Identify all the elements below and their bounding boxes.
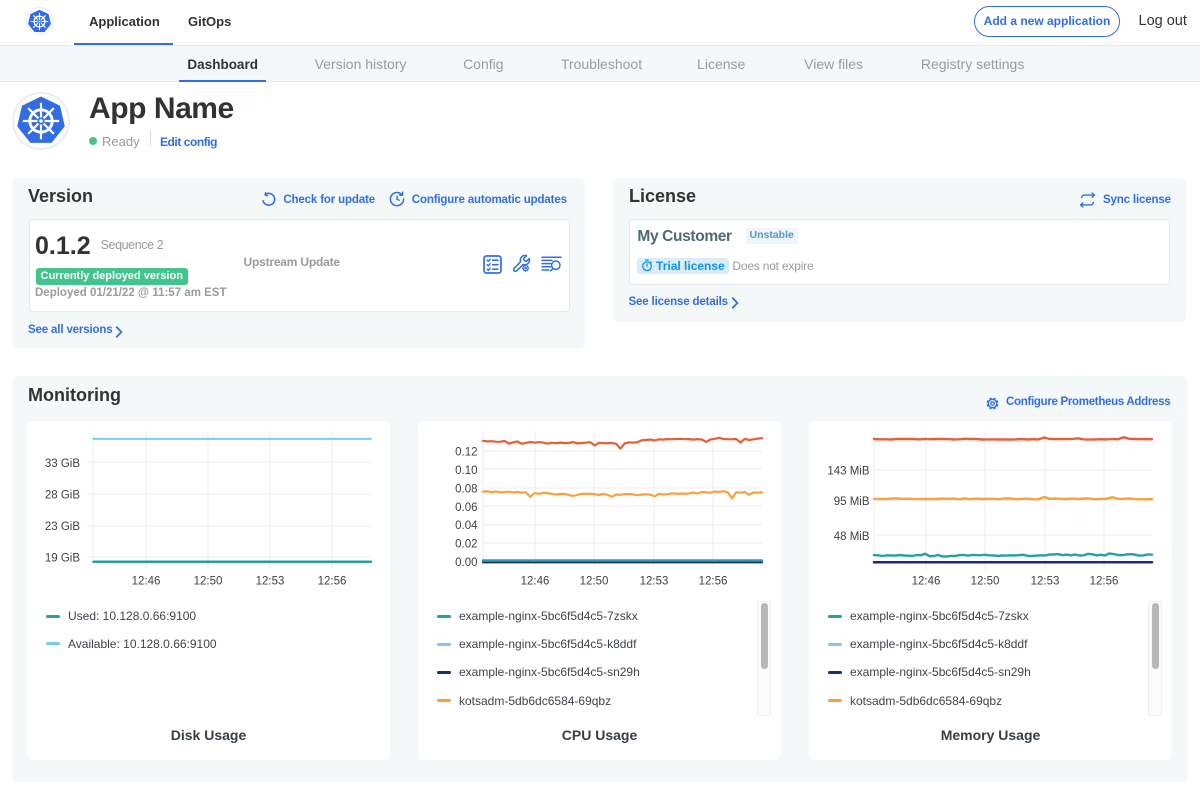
svg-text:28 GiB: 28 GiB — [45, 490, 80, 502]
svg-text:0.00: 0.00 — [455, 557, 477, 569]
svg-text:12:53: 12:53 — [256, 576, 285, 588]
svg-text:19 GiB: 19 GiB — [45, 553, 80, 565]
svg-text:23 GiB: 23 GiB — [45, 521, 80, 533]
svg-text:0.10: 0.10 — [455, 465, 477, 477]
svg-text:12:46: 12:46 — [521, 576, 550, 588]
svg-text:12:53: 12:53 — [640, 576, 669, 588]
svg-text:12:53: 12:53 — [1031, 576, 1060, 588]
svg-text:12:46: 12:46 — [132, 576, 161, 588]
svg-text:12:46: 12:46 — [912, 576, 941, 588]
svg-text:12:50: 12:50 — [971, 576, 1000, 588]
svg-text:0.04: 0.04 — [455, 520, 478, 532]
svg-text:0.06: 0.06 — [455, 502, 477, 514]
svg-text:12:56: 12:56 — [1090, 576, 1119, 588]
svg-text:0.08: 0.08 — [455, 483, 477, 495]
svg-text:33 GiB: 33 GiB — [45, 458, 80, 470]
svg-text:12:50: 12:50 — [194, 576, 223, 588]
svg-text:0.12: 0.12 — [455, 447, 477, 459]
svg-text:48 MiB: 48 MiB — [834, 531, 870, 543]
svg-text:0.02: 0.02 — [455, 539, 477, 551]
svg-text:143 MiB: 143 MiB — [827, 466, 870, 478]
svg-text:12:56: 12:56 — [699, 576, 728, 588]
svg-text:95 MiB: 95 MiB — [834, 496, 870, 508]
svg-text:12:50: 12:50 — [580, 576, 609, 588]
svg-text:12:56: 12:56 — [318, 576, 347, 588]
